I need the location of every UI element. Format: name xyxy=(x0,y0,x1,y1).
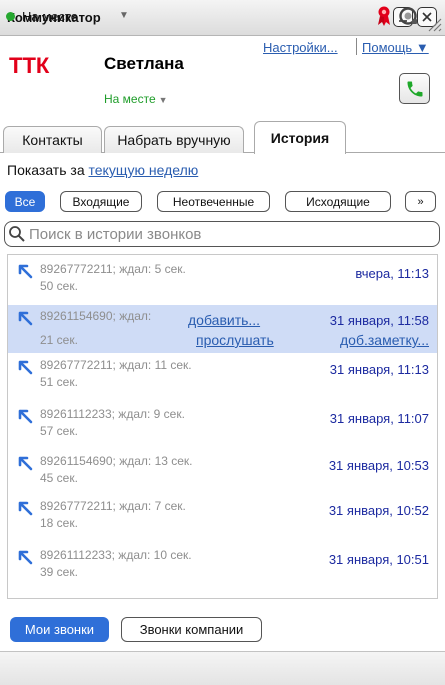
caret-down-icon[interactable]: ▼ xyxy=(119,10,129,21)
my-calls-button[interactable]: Мои звонки xyxy=(10,617,109,642)
call-duration: 18 сек. xyxy=(40,516,78,530)
list-item[interactable]: 89261154690; ждал: 13 сек. 45 сек. 31 ян… xyxy=(8,450,437,498)
call-arrow-icon xyxy=(18,456,33,471)
status-indicator-icon xyxy=(6,12,15,21)
presence-label: На месте xyxy=(104,92,156,106)
call-arrow-icon xyxy=(18,264,33,279)
call-time: вчера, 11:13 xyxy=(355,266,429,281)
call-number: 89267772211; ждал: 7 сек. xyxy=(40,499,186,513)
tab-contacts[interactable]: Контакты xyxy=(3,126,102,153)
call-number: 89261112233; ждал: 10 сек. xyxy=(40,548,192,562)
help-link[interactable]: Помощь ▼ xyxy=(362,40,429,55)
call-duration: 21 сек. xyxy=(40,333,78,347)
search-icon xyxy=(9,226,25,242)
call-duration: 50 сек. xyxy=(40,279,78,293)
tab-manual-dial[interactable]: Набрать вручную xyxy=(104,126,244,153)
filter-outgoing-button[interactable]: Исходящие xyxy=(285,191,391,212)
search-input[interactable] xyxy=(29,225,429,243)
caret-down-icon: ▼ xyxy=(158,95,168,105)
tab-history[interactable]: История xyxy=(254,121,346,154)
history-list: 89267772211; ждал: 5 сек. 50 сек. вчера,… xyxy=(7,254,438,599)
listen-link[interactable]: прослушать xyxy=(196,332,274,348)
call-arrow-icon xyxy=(18,360,33,375)
call-time: 31 января, 11:58 xyxy=(329,313,429,328)
list-item[interactable]: 89261112233; ждал: 10 сек. 39 сек. 31 ян… xyxy=(8,544,437,592)
phone-icon xyxy=(407,81,422,96)
status-bar xyxy=(0,651,445,685)
call-duration: 51 сек. xyxy=(40,375,78,389)
call-time: 31 января, 11:13 xyxy=(329,362,429,377)
logo-text: ТТК xyxy=(9,55,50,75)
filter-all-button[interactable]: Все xyxy=(5,191,45,212)
call-duration: 45 сек. xyxy=(40,471,78,485)
presence-selector[interactable]: На месте ▼ xyxy=(104,92,168,106)
ribbon-icon[interactable] xyxy=(375,5,393,27)
call-arrow-icon xyxy=(18,550,33,565)
call-duration: 57 сек. xyxy=(40,424,78,438)
list-item[interactable]: 89261112233; ждал: 9 сек. 57 сек. 31 янв… xyxy=(8,403,437,451)
add-note-link[interactable]: доб.заметку... xyxy=(340,332,429,348)
call-time: 31 января, 11:07 xyxy=(329,411,429,426)
user-name: Светлана xyxy=(104,54,184,73)
call-number: 89261154690; ждал: xyxy=(40,309,152,323)
filter-more-button[interactable]: » xyxy=(405,191,436,212)
call-time: 31 января, 10:53 xyxy=(328,458,429,473)
link-separator xyxy=(356,38,357,55)
list-item[interactable]: 89267772211; ждал: 11 сек. 51 сек. 31 ян… xyxy=(8,354,437,402)
call-button[interactable] xyxy=(399,73,430,104)
call-number: 89267772211; ждал: 11 сек. xyxy=(40,358,192,372)
call-number: 89267772211; ждал: 5 сек. xyxy=(40,262,186,276)
call-arrow-icon xyxy=(18,409,33,424)
period-link[interactable]: текущую неделю xyxy=(89,162,199,178)
call-time: 31 января, 10:51 xyxy=(328,552,429,567)
call-number: 89261112233; ждал: 9 сек. xyxy=(40,407,185,421)
period-label: Показать за xyxy=(7,162,85,178)
status-selector[interactable]: На месте xyxy=(22,9,78,24)
call-arrow-icon xyxy=(18,311,33,326)
filter-missed-button[interactable]: Неотвеченные xyxy=(157,191,270,212)
period-selector: Показать за текущую неделю xyxy=(7,162,198,178)
list-item[interactable]: 89267772211; ждал: 7 сек. 18 сек. 31 янв… xyxy=(8,495,437,543)
list-item[interactable]: 89261154690; ждал: 21 сек. добавить... п… xyxy=(8,305,437,353)
search-box xyxy=(4,221,440,247)
settings-link[interactable]: Настройки... xyxy=(263,40,338,55)
company-calls-button[interactable]: Звонки компании xyxy=(121,617,262,642)
call-arrow-icon xyxy=(18,501,33,516)
call-duration: 39 сек. xyxy=(40,565,78,579)
resize-grip-icon[interactable] xyxy=(428,18,442,32)
headset-icon[interactable] xyxy=(397,5,419,27)
call-time: 31 января, 10:52 xyxy=(328,503,429,518)
list-item[interactable]: 89267772211; ждал: 5 сек. 50 сек. вчера,… xyxy=(8,258,437,306)
call-number: 89261154690; ждал: 13 сек. xyxy=(40,454,193,468)
add-contact-link[interactable]: добавить... xyxy=(188,312,260,328)
filter-incoming-button[interactable]: Входящие xyxy=(60,191,142,212)
ttk-logo: ТТК xyxy=(9,55,50,75)
